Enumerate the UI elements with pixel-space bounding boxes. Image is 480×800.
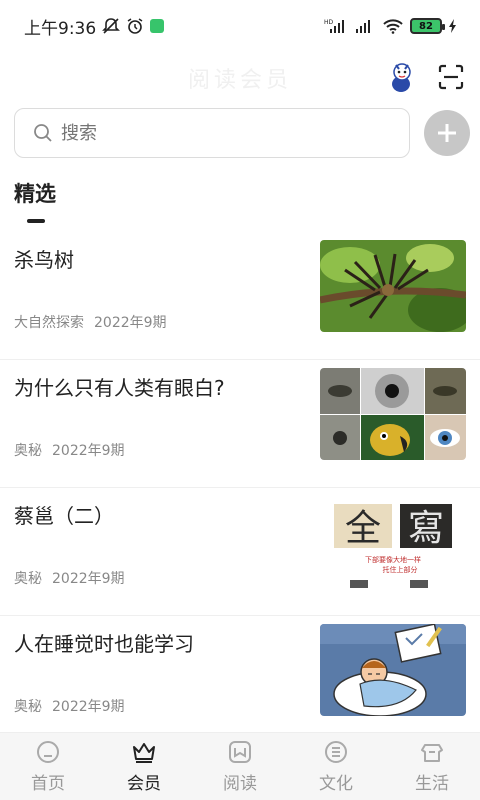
article-issue: 2022年9期	[52, 443, 125, 459]
article-title: 杀鸟树	[14, 248, 74, 272]
home-icon	[37, 741, 59, 763]
bell-muted-icon	[102, 18, 121, 34]
article-title: 为什么只有人类有眼白?	[14, 376, 225, 400]
tab-label: 首页	[31, 774, 65, 794]
tab-home[interactable]: 首页	[8, 739, 88, 794]
tab-label: 生活	[415, 774, 449, 794]
top-bar: 阅读会员	[0, 52, 480, 104]
calligraphy-char: 全	[345, 508, 381, 549]
article-meta: 大自然探索 2022年9期	[14, 312, 167, 332]
section-underline	[27, 219, 45, 223]
app-notification-icon	[150, 19, 165, 33]
svg-text:托住上部分: 托住上部分	[383, 565, 418, 574]
article-list: 杀鸟树 大自然探索 2022年9期 为什么只有人类有眼白? 奥秘 2022年9期	[0, 232, 480, 744]
article-source: 奥秘	[14, 699, 42, 715]
calligraphy-char: 寫	[408, 508, 444, 549]
article-item[interactable]: 杀鸟树 大自然探索 2022年9期	[0, 232, 480, 360]
scan-icon[interactable]	[438, 64, 464, 90]
mascot-avatar-icon[interactable]	[384, 60, 418, 94]
app-logo: 阅读会员	[187, 68, 292, 93]
article-meta: 奥秘 2022年9期	[14, 568, 125, 588]
life-icon	[421, 744, 443, 762]
tab-life[interactable]: 生活	[392, 739, 472, 794]
svg-text:HD: HD	[324, 19, 334, 26]
article-source: 大自然探索	[14, 315, 84, 331]
article-title: 蔡邕（二）	[14, 504, 114, 528]
article-meta: 奥秘 2022年9期	[14, 440, 125, 460]
charging-icon	[449, 19, 456, 33]
article-thumbnail	[320, 624, 466, 716]
tab-culture[interactable]: 文化	[296, 739, 376, 794]
article-title: 人在睡觉时也能学习	[14, 632, 194, 656]
battery-level: 82	[419, 20, 433, 32]
plus-icon	[438, 124, 456, 142]
search-box[interactable]	[14, 108, 410, 158]
article-item[interactable]: 为什么只有人类有眼白? 奥秘 2022年9期	[0, 360, 480, 488]
search-input[interactable]	[61, 122, 381, 144]
article-meta: 奥秘 2022年9期	[14, 696, 125, 716]
tab-read[interactable]: 阅读	[200, 739, 280, 794]
article-thumbnail: 全 寫 下部要像大地一样 托住上部分	[320, 496, 466, 588]
article-issue: 2022年9期	[52, 571, 125, 587]
status-time: 上午9:36	[24, 18, 97, 39]
search-row	[14, 108, 470, 158]
article-issue: 2022年9期	[52, 699, 125, 715]
article-thumbnail	[320, 240, 466, 332]
status-right: HD 82	[324, 18, 458, 34]
search-icon	[34, 124, 52, 142]
article-source: 奥秘	[14, 443, 42, 459]
tab-member[interactable]: 会员	[104, 739, 184, 794]
article-item[interactable]: 人在睡觉时也能学习 奥秘 2022年9期	[0, 616, 480, 744]
wifi-icon	[383, 19, 403, 34]
section-title[interactable]: 精选	[14, 178, 56, 208]
culture-icon	[325, 741, 347, 763]
signal-hd-icon: HD	[324, 19, 344, 33]
tab-label: 阅读	[223, 774, 257, 794]
add-button[interactable]	[424, 110, 470, 156]
status-left: 上午9:36	[24, 14, 165, 39]
article-item[interactable]: 蔡邕（二） 奥秘 2022年9期 全 寫 下部要像大地一样 托住上部分	[0, 488, 480, 616]
signal-icon	[356, 20, 370, 33]
book-icon	[229, 741, 251, 763]
battery-icon: 82	[410, 18, 445, 34]
article-thumbnail	[320, 368, 466, 460]
crown-icon	[133, 743, 155, 763]
tab-label: 会员	[127, 774, 161, 794]
alarm-icon	[127, 18, 143, 34]
article-issue: 2022年9期	[94, 315, 167, 331]
article-source: 奥秘	[14, 571, 42, 587]
tab-label: 文化	[319, 774, 353, 794]
bottom-tab-bar: 首页 会员 阅读 文化 生活	[0, 732, 480, 800]
status-bar: 上午9:36 HD 82	[0, 0, 480, 52]
svg-text:下部要像大地一样: 下部要像大地一样	[365, 555, 421, 564]
